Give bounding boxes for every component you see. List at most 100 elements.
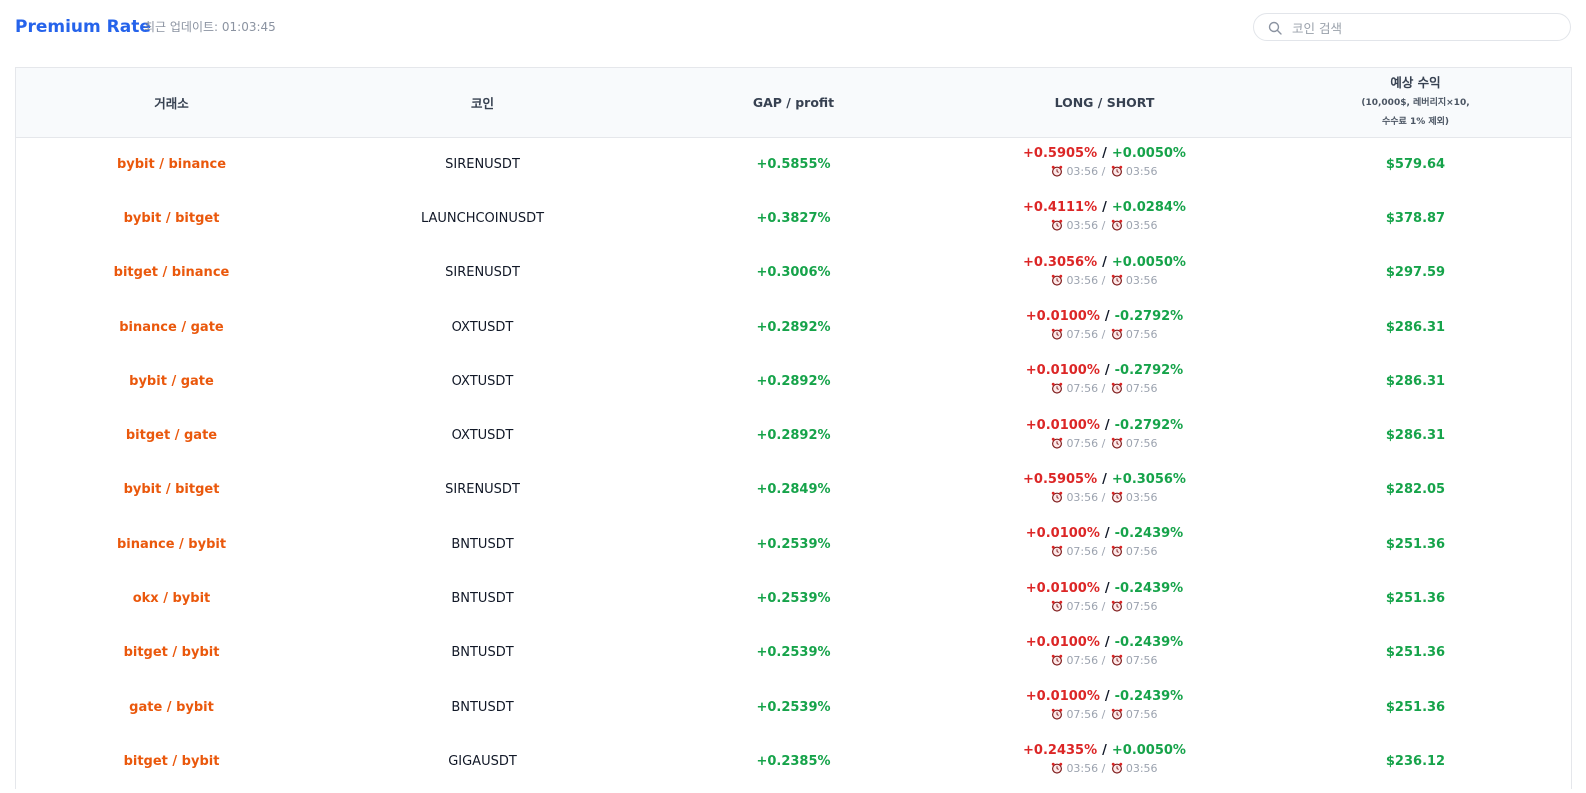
long-rate: +0.0100% <box>1025 689 1100 705</box>
table-row[interactable]: bybit / bitget SIRENUSDT +0.2849% +0.5905% /… <box>16 463 1571 517</box>
gap-profit: +0.2849% <box>756 482 831 498</box>
exchange-pair[interactable]: bitget / bybit <box>124 645 220 660</box>
expected-profit-label: 예상 수익 <box>1390 75 1441 91</box>
funding-times: 03:56 / 03:56 <box>949 760 1260 780</box>
long-rate: +0.0100% <box>1025 580 1100 596</box>
coin-symbol: BNTUSDT <box>451 699 514 715</box>
long-short-rates: +0.3056% / +0.0050% <box>949 254 1260 272</box>
expected-profit: $297.59 <box>1385 265 1446 281</box>
table-row[interactable]: bybit / binance SIRENUSDT +0.5855% +0.5905%… <box>16 137 1571 191</box>
search-input[interactable] <box>1290 17 1564 39</box>
long-short-rates: +0.5905% / +0.3056% <box>949 471 1260 489</box>
alarm-clock-icon <box>1051 437 1063 455</box>
long-short-rates: +0.0100% / -0.2792% <box>949 417 1260 435</box>
gap-profit: +0.2539% <box>756 699 831 715</box>
long-short-rates: +0.5905% / +0.0050% <box>949 145 1260 163</box>
exchange-pair[interactable]: bitget / binance <box>114 265 230 280</box>
short-rate: -0.2439% <box>1114 526 1184 542</box>
time-separator: / <box>1098 545 1109 559</box>
coin-symbol: BNTUSDT <box>451 591 514 607</box>
column-header-coin[interactable]: 코인 <box>327 68 638 137</box>
expected-profit: $378.87 <box>1385 210 1446 226</box>
column-header-gap[interactable]: GAP / profit <box>638 68 949 137</box>
coin-symbol: LAUNCHCOINUSDT <box>420 210 545 226</box>
long-funding-time: 07:56 <box>1066 436 1099 450</box>
table-row[interactable]: bitget / bybit BNTUSDT +0.2539% +0.0100% / -0… <box>16 626 1571 680</box>
coin-symbol: SIRENUSDT <box>445 265 520 281</box>
table-row[interactable]: binance / bybit BNTUSDT +0.2539% +0.0100% / -… <box>16 517 1571 571</box>
long-short-rates: +0.2435% / +0.0050% <box>949 742 1260 760</box>
table-row[interactable]: bitget / gate OXTUSDT +0.2892% +0.0100% / -0.… <box>16 408 1571 462</box>
long-short-rates: +0.4111% / +0.0284% <box>949 199 1260 217</box>
expected-profit: $286.31 <box>1385 319 1446 335</box>
funding-times: 07:56 / 07:56 <box>949 543 1260 563</box>
long-funding-time: 07:56 <box>1066 599 1099 613</box>
search-box[interactable] <box>1253 13 1571 41</box>
expected-profit: $286.31 <box>1385 373 1446 389</box>
rate-separator: / <box>1104 634 1110 650</box>
table-row[interactable]: binance / gate OXTUSDT +0.2892% +0.0100% / -0… <box>16 300 1571 354</box>
expected-profit: $251.36 <box>1385 536 1446 552</box>
table-row[interactable]: okx / bybit BNTUSDT +0.2539% +0.0100% / -0.24… <box>16 571 1571 625</box>
exchange-pair[interactable]: okx / bybit <box>133 591 211 606</box>
long-funding-time: 07:56 <box>1066 328 1099 342</box>
alarm-clock-icon <box>1051 328 1063 346</box>
alarm-clock-icon <box>1051 600 1063 618</box>
alarm-clock-icon <box>1051 491 1063 509</box>
short-funding-time: 03:56 <box>1125 490 1158 504</box>
long-rate: +0.0100% <box>1025 634 1100 650</box>
funding-times: 03:56 / 03:56 <box>949 217 1260 237</box>
table-row[interactable]: bybit / bitget LAUNCHCOINUSDT +0.3827% +0.4… <box>16 191 1571 245</box>
time-separator: / <box>1098 436 1109 450</box>
exchange-pair[interactable]: binance / bybit <box>117 537 226 552</box>
short-rate: -0.2792% <box>1114 417 1184 433</box>
short-funding-time: 07:56 <box>1125 708 1158 722</box>
exchange-pair[interactable]: bybit / bitget <box>124 482 220 497</box>
funding-times: 03:56 / 03:56 <box>949 163 1260 183</box>
funding-times: 07:56 / 07:56 <box>949 598 1260 618</box>
expected-profit: $282.05 <box>1385 482 1446 498</box>
expected-profit: $251.36 <box>1385 699 1446 715</box>
time-separator: / <box>1098 599 1109 613</box>
column-header-long-short[interactable]: LONG / SHORT <box>949 68 1260 137</box>
exchange-pair[interactable]: bitget / gate <box>126 428 217 443</box>
rate-separator: / <box>1102 254 1107 270</box>
funding-times: 07:56 / 07:56 <box>949 380 1260 400</box>
short-rate: -0.2792% <box>1114 309 1184 325</box>
time-separator: / <box>1098 219 1109 233</box>
time-separator: / <box>1098 490 1109 504</box>
coin-symbol: OXTUSDT <box>451 428 514 444</box>
coin-symbol: OXTUSDT <box>451 319 514 335</box>
long-funding-time: 03:56 <box>1066 273 1099 287</box>
column-header-exchange[interactable]: 거래소 <box>16 68 327 137</box>
exchange-pair[interactable]: bitget / bybit <box>124 754 220 769</box>
exchange-pair[interactable]: binance / gate <box>119 320 223 335</box>
table-row[interactable]: bybit / gate OXTUSDT +0.2892% +0.0100% / -0.2… <box>16 354 1571 408</box>
long-funding-time: 03:56 <box>1066 219 1099 233</box>
rate-separator: / <box>1102 743 1107 759</box>
gap-profit: +0.5855% <box>756 156 831 172</box>
table-row[interactable]: bitget / binance SIRENUSDT +0.3006% +0.3056… <box>16 246 1571 300</box>
time-separator: / <box>1098 708 1109 722</box>
alarm-clock-icon <box>1051 219 1063 237</box>
exchange-pair[interactable]: bybit / gate <box>129 374 214 389</box>
table-row[interactable]: bitget / bybit GIGAUSDT +0.2385% +0.2435% / +… <box>16 734 1571 788</box>
exchange-pair[interactable]: bybit / bitget <box>124 211 220 226</box>
exchange-pair[interactable]: bybit / binance <box>117 157 226 172</box>
alarm-clock-icon <box>1051 382 1063 400</box>
table-header-row: 거래소 코인 GAP / profit LONG / SHORT 예상 수익 (… <box>16 68 1571 137</box>
alarm-clock-icon <box>1111 545 1123 563</box>
long-funding-time: 07:56 <box>1066 545 1099 559</box>
table-row[interactable]: gate / bybit BNTUSDT +0.2539% +0.0100% / -0.2… <box>16 680 1571 734</box>
time-separator: / <box>1098 273 1109 287</box>
column-header-expected-profit[interactable]: 예상 수익 (10,000$, 레버리지×10, 수수료 1% 제외) <box>1260 68 1571 137</box>
premium-table: 거래소 코인 GAP / profit LONG / SHORT 예상 수익 (… <box>15 67 1572 789</box>
long-funding-time: 03:56 <box>1066 762 1099 776</box>
gap-profit: +0.3006% <box>756 265 831 281</box>
exchange-pair[interactable]: gate / bybit <box>129 700 214 715</box>
gap-profit: +0.2539% <box>756 645 831 661</box>
page-title: Premium Rate <box>15 17 151 37</box>
long-funding-time: 03:56 <box>1066 165 1099 179</box>
rate-separator: / <box>1102 471 1107 487</box>
gap-profit: +0.3827% <box>756 210 831 226</box>
